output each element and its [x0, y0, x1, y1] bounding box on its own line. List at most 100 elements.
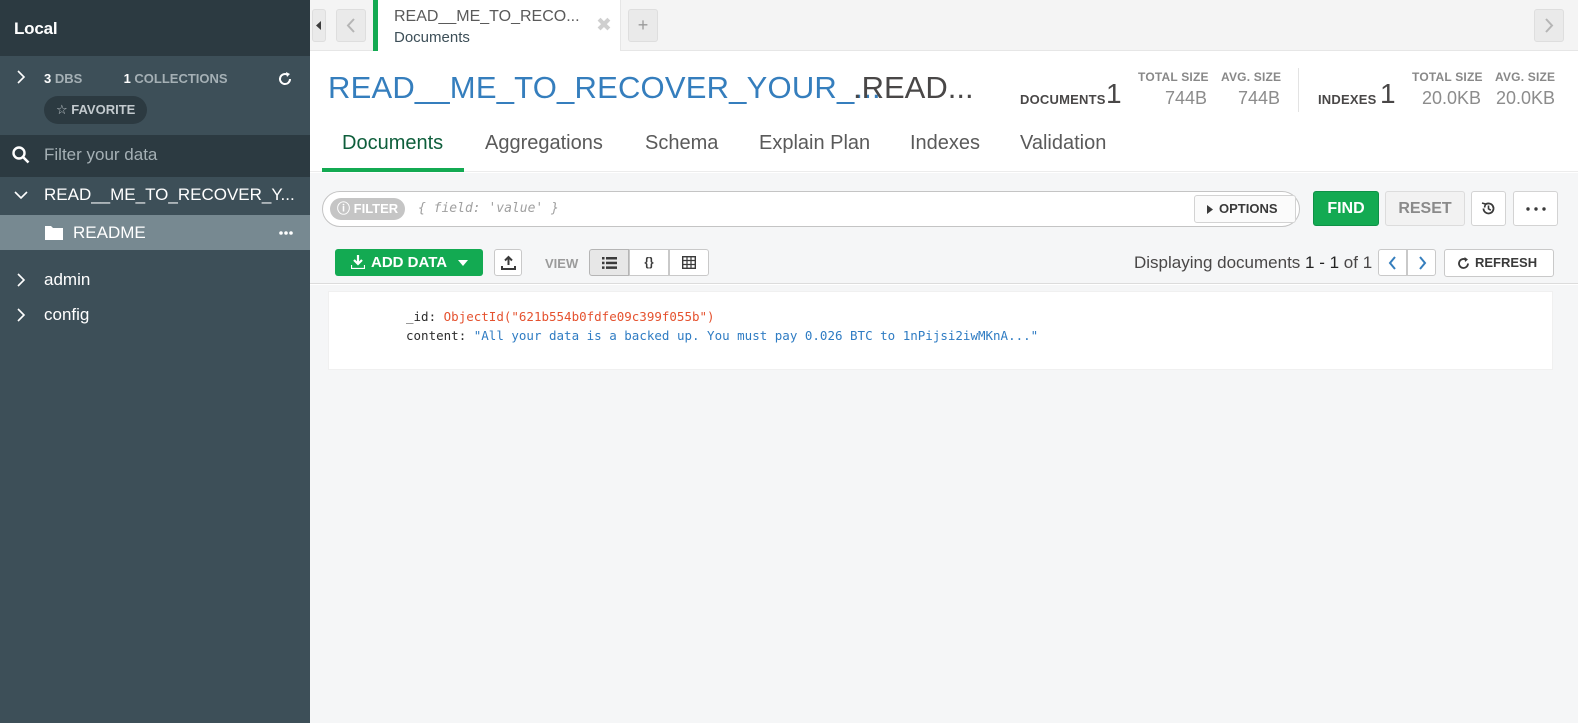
new-tab-button[interactable]: +	[628, 9, 658, 42]
doc-avg-size: 744B	[1238, 88, 1281, 108]
tab-indexes[interactable]: Indexes	[910, 132, 980, 155]
doc-total-size: 744B	[1165, 88, 1208, 108]
display-of: of	[1339, 253, 1363, 272]
add-data-button[interactable]: ADD DATA	[335, 249, 483, 276]
stats-divider	[1298, 68, 1299, 112]
active-tab-underline	[322, 168, 464, 172]
tab-documents-view[interactable]: Documents	[342, 132, 443, 155]
field-key: content	[406, 328, 459, 343]
tab-title: READ__ME_TO_RECO...	[394, 8, 580, 25]
field-value: "All your data is a backed up. You must …	[473, 328, 1039, 343]
search-icon	[12, 146, 30, 164]
info-icon: ⓘ	[337, 201, 351, 216]
table-icon	[682, 256, 696, 269]
chevron-left-icon	[1388, 256, 1396, 270]
database-name: READ__ME_TO_RECOVER_YOUR_...	[328, 70, 881, 105]
indexes-label: INDEXES	[1318, 92, 1377, 107]
chevron-down-icon	[14, 191, 28, 200]
pagination-text: Displaying documents 1 - 1 of 1	[1134, 253, 1372, 273]
db-name: config	[44, 305, 90, 324]
upload-icon	[501, 255, 516, 270]
next-page-button[interactable]	[1407, 249, 1436, 276]
favorite-label: FAVORITE	[71, 102, 136, 117]
field-value: ObjectId("621b554b0fdfe09c399f055b")	[443, 309, 715, 324]
filter-placeholder[interactable]: { field: 'value' }	[418, 201, 559, 216]
display-range: 1 - 1	[1305, 253, 1340, 272]
reset-button[interactable]: RESET	[1385, 191, 1465, 226]
chevron-right-icon[interactable]	[14, 70, 28, 84]
table-view-button[interactable]	[669, 249, 709, 276]
dbs-count: 3	[44, 71, 52, 86]
tab-explain-plan[interactable]: Explain Plan	[759, 132, 870, 155]
stats-row: 3 DBS 1 COLLECTIONS	[44, 71, 228, 86]
tab-validation[interactable]: Validation	[1020, 132, 1106, 155]
tab-documents[interactable]: READ__ME_TO_RECO... Documents ✖	[373, 0, 621, 51]
document-field-id: _id: ObjectId("621b554b0fdfe09c399f055b"…	[406, 309, 715, 324]
view-label: VIEW	[545, 256, 579, 271]
more-icon[interactable]	[279, 231, 293, 235]
field-key: _id	[406, 309, 429, 324]
db-name: admin	[44, 270, 91, 289]
document-field-content: content: "All your data is a backed up. …	[406, 328, 1039, 343]
filter-badge: ⓘ FILTER	[330, 198, 406, 220]
caret-right-icon	[1207, 205, 1213, 214]
tab-subtitle: Documents	[394, 29, 470, 46]
idx-avg-size-label: AVG. SIZE	[1495, 70, 1556, 84]
query-history-button[interactable]	[1471, 191, 1506, 226]
collection-name: .READ...	[853, 70, 974, 105]
idx-total-size-label: TOTAL SIZE	[1412, 70, 1483, 84]
workspace-tabbar: READ__ME_TO_RECO... Documents ✖ +	[310, 0, 1578, 51]
display-prefix: Displaying documents	[1134, 253, 1306, 272]
export-button[interactable]	[494, 249, 522, 276]
chevron-right-icon	[1545, 18, 1554, 33]
previous-page-button[interactable]	[1378, 249, 1407, 276]
tab-scroll-left-button[interactable]	[336, 9, 366, 42]
idx-avg-size: 20.0KB	[1496, 88, 1556, 108]
list-view-button[interactable]	[589, 249, 629, 276]
sidebar-db-admin[interactable]: admin	[0, 262, 310, 298]
chevron-right-icon	[17, 273, 26, 287]
instance-stats: 3 DBS 1 COLLECTIONS	[0, 56, 310, 135]
find-button[interactable]: FIND	[1313, 191, 1379, 226]
sidebar-filter	[0, 135, 310, 177]
close-icon[interactable]: ✖	[596, 14, 612, 37]
dbs-label: DBS	[54, 71, 83, 86]
refresh-icon	[1458, 257, 1469, 269]
refresh-button[interactable]: REFRESH	[1444, 249, 1554, 277]
sidebar-filter-input[interactable]	[44, 145, 294, 165]
idx-total-size: 20.0KB	[1422, 88, 1482, 108]
indexes-count: 1	[1380, 78, 1396, 109]
list-icon	[602, 257, 617, 269]
documents-count: 1	[1106, 78, 1122, 109]
caret-left-icon	[316, 21, 321, 30]
tab-aggregations[interactable]: Aggregations	[485, 132, 603, 155]
braces-icon: {}	[644, 255, 654, 269]
tab-scroll-right-button[interactable]	[1534, 9, 1564, 42]
chevron-left-icon	[346, 18, 355, 33]
ellipsis-icon	[1526, 207, 1546, 211]
sidebar-collection-readme[interactable]: README	[0, 215, 310, 250]
collection-tabs: Documents Aggregations Schema Explain Pl…	[310, 120, 1578, 172]
collapse-sidebar-button[interactable]	[312, 9, 326, 42]
doc-avg-size-label: AVG. SIZE	[1221, 70, 1282, 84]
connection-title: Local	[0, 0, 310, 56]
collection-name: README	[73, 223, 146, 242]
add-data-label: ADD DATA	[371, 254, 448, 271]
refresh-icon[interactable]	[276, 70, 294, 88]
tab-schema[interactable]: Schema	[645, 132, 718, 155]
sidebar-db-read-me[interactable]: READ__ME_TO_RECOVER_Y...	[0, 177, 310, 213]
filter-label: FILTER	[353, 201, 399, 216]
collections-count: 1	[123, 71, 131, 86]
sidebar-db-config[interactable]: config	[0, 297, 310, 333]
chevron-right-icon	[17, 308, 26, 322]
favorite-button[interactable]: ☆ FAVORITE	[44, 96, 148, 124]
json-view-button[interactable]: {}	[629, 249, 669, 276]
star-icon: ☆	[56, 102, 68, 117]
more-options-button[interactable]	[1513, 191, 1558, 226]
sidebar: Local 3 DBS 1 COLLECTIONS ☆ FAVORITE REA…	[0, 0, 310, 723]
documents-label: DOCUMENTS	[1020, 92, 1106, 107]
options-button[interactable]: OPTIONS	[1194, 195, 1296, 223]
doc-total-size-label: TOTAL SIZE	[1138, 70, 1209, 84]
caret-down-icon	[458, 260, 468, 266]
download-icon	[351, 255, 365, 269]
